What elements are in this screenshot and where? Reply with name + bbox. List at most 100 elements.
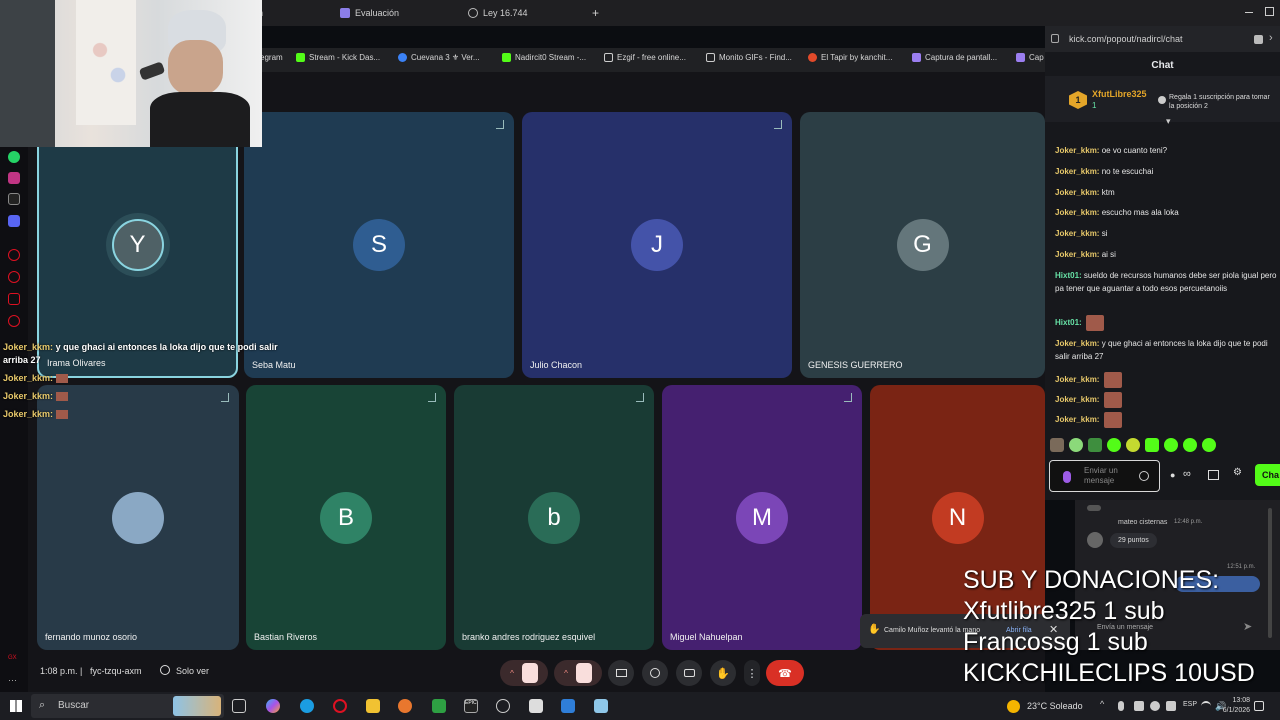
mic-icon[interactable]	[1063, 471, 1071, 483]
gear-icon[interactable]	[8, 315, 20, 327]
chat-username[interactable]: Joker_kkm:	[1055, 146, 1099, 155]
chat-username[interactable]: Joker_kkm:	[1055, 339, 1099, 348]
bookmark-stream-kick[interactable]: Stream - Kick Das...	[296, 53, 380, 62]
participant-avatar: N	[931, 491, 984, 544]
clock-icon[interactable]	[8, 271, 20, 283]
task-view-icon[interactable]	[232, 699, 246, 713]
participant-tile[interactable]: Y Irama Olivares	[37, 112, 238, 378]
chat-username[interactable]: Joker_kkm:	[1055, 188, 1099, 197]
users-icon[interactable]: ●	[1170, 470, 1182, 480]
bookmark-cuevana[interactable]: Cuevana 3 ⚜ Ver...	[398, 53, 480, 62]
overlay-chat-user: Joker_kkm:	[3, 342, 54, 352]
chat-username[interactable]: Hixt01:	[1055, 318, 1082, 327]
tray-icon[interactable]	[1166, 701, 1176, 711]
participant-tile[interactable]: fernando munoz osorio	[37, 385, 239, 650]
cloud-icon[interactable]	[1150, 701, 1160, 711]
emoji-button[interactable]	[642, 660, 668, 686]
taskbar-clock[interactable]: 13:08 6/1/2026	[1200, 692, 1250, 720]
tiktok-icon[interactable]	[8, 193, 20, 205]
opera-gx-icon[interactable]	[333, 699, 347, 713]
participant-tile[interactable]: b branko andres rodriguez esquivel	[454, 385, 654, 650]
chat-username[interactable]: Hixt01:	[1055, 271, 1082, 280]
infinity-icon[interactable]: ∞	[1183, 468, 1191, 480]
emote-icon[interactable]	[1202, 438, 1216, 452]
epic-games-icon[interactable]: EPIC	[464, 699, 478, 713]
participant-tile[interactable]: J Julio Chacon	[522, 112, 792, 378]
tab-ley[interactable]: Ley 16.744	[468, 4, 528, 22]
leave-call-button[interactable]: ☎	[766, 660, 804, 686]
emote-icon[interactable]	[1164, 438, 1178, 452]
copilot-icon[interactable]	[266, 699, 280, 713]
chat-username[interactable]: Joker_kkm:	[1055, 229, 1099, 238]
translate-icon[interactable]: ›	[1269, 32, 1273, 44]
chat-username[interactable]: Joker_kkm:	[1055, 375, 1099, 384]
shield-icon[interactable]	[1254, 35, 1263, 44]
edge-icon[interactable]	[300, 699, 314, 713]
chat-username[interactable]: Joker_kkm:	[1055, 208, 1099, 217]
participant-tile[interactable]: B Bastian Riveros	[246, 385, 446, 650]
raise-hand-button[interactable]: ✋	[710, 660, 736, 686]
emote-icon[interactable]	[1183, 438, 1197, 452]
maximize-icon[interactable]	[1265, 7, 1274, 16]
windows-start-icon[interactable]	[10, 700, 22, 712]
chat-username[interactable]: Joker_kkm:	[1055, 415, 1099, 424]
notification-icon[interactable]	[1254, 701, 1264, 711]
chat-input[interactable]: Enviar un mensaje	[1049, 460, 1160, 492]
mic-icon[interactable]	[1118, 701, 1124, 711]
instagram-icon[interactable]	[8, 172, 20, 184]
chat-username[interactable]: Joker_kkm:	[1055, 250, 1099, 259]
emote-icon[interactable]	[1050, 438, 1064, 452]
bookmark-nadircit0[interactable]: Nadircit0 Stream -...	[502, 53, 586, 62]
tab-evaluacion[interactable]: Evaluación	[340, 4, 399, 22]
emote-icon[interactable]	[1069, 438, 1083, 452]
gear-icon[interactable]: ⚙	[1233, 467, 1242, 478]
obs-icon[interactable]	[496, 699, 510, 713]
bookmark-tapir[interactable]: El Tapir by kanchit...	[808, 53, 892, 62]
new-tab-button[interactable]: +	[592, 4, 599, 22]
weather-text[interactable]: 23°C Soleado	[1027, 701, 1083, 711]
app-icon[interactable]	[561, 699, 575, 713]
chevron-down-icon[interactable]: ▾	[1166, 116, 1171, 127]
popout-url[interactable]: kick.com/popout/nadircl/chat	[1069, 34, 1183, 44]
store-icon[interactable]	[529, 699, 543, 713]
bookmark-captura[interactable]: Captura de pantall...	[912, 53, 997, 62]
gift-prompt[interactable]: Regala 1 suscripción para tomar la posic…	[1169, 93, 1277, 111]
gx-icon[interactable]: GX	[8, 655, 20, 667]
sidebar-app-icon[interactable]	[8, 249, 20, 261]
app-icon[interactable]	[432, 699, 446, 713]
participant-tile[interactable]: M Miguel Nahuelpan	[662, 385, 862, 650]
captions-button[interactable]	[676, 660, 702, 686]
emote-icon[interactable]	[1126, 438, 1140, 452]
minimize-icon[interactable]	[1245, 12, 1253, 13]
firefox-icon[interactable]	[398, 699, 412, 713]
whatsapp-icon[interactable]	[8, 151, 20, 163]
emoji-icon[interactable]	[1139, 471, 1149, 481]
more-options-button[interactable]: ⋮	[744, 660, 760, 686]
bookmark-ezgif[interactable]: Ezgif - free online...	[604, 53, 686, 62]
bookmark-monito[interactable]: Monito GIFs - Find...	[706, 53, 792, 62]
taskbar-search[interactable]: ⌕ Buscar	[31, 694, 224, 718]
chevron-up-icon[interactable]: ^	[1100, 699, 1104, 709]
emote-icon[interactable]	[1107, 438, 1121, 452]
store-icon[interactable]	[1208, 470, 1219, 480]
discord-icon[interactable]	[8, 215, 20, 227]
bookmark-telegram[interactable]: egram	[260, 53, 283, 62]
more-icon[interactable]: ⋯	[8, 675, 20, 687]
app-icon[interactable]	[594, 699, 608, 713]
top-gifter-name[interactable]: XfutLibre325	[1092, 89, 1147, 99]
chat-send-button[interactable]: Cha	[1255, 464, 1280, 486]
file-explorer-icon[interactable]	[366, 699, 380, 713]
camera-toggle-button[interactable]: ^	[554, 660, 602, 686]
send-icon[interactable]	[8, 293, 20, 305]
mic-toggle-button[interactable]: ^	[500, 660, 548, 686]
emote-icon[interactable]	[1145, 438, 1159, 452]
participant-tile[interactable]: G GENESIS GUERRERO	[800, 112, 1045, 378]
language-indicator[interactable]: ESP	[1183, 701, 1197, 708]
bookmark-cap[interactable]: Cap	[1016, 53, 1044, 62]
present-button[interactable]	[608, 660, 634, 686]
participant-tile[interactable]: S Seba Matu	[244, 112, 514, 378]
chat-username[interactable]: Joker_kkm:	[1055, 395, 1099, 404]
app-tray-icon[interactable]	[1134, 701, 1144, 711]
chat-username[interactable]: Joker_kkm:	[1055, 167, 1099, 176]
emote-icon[interactable]	[1088, 438, 1102, 452]
